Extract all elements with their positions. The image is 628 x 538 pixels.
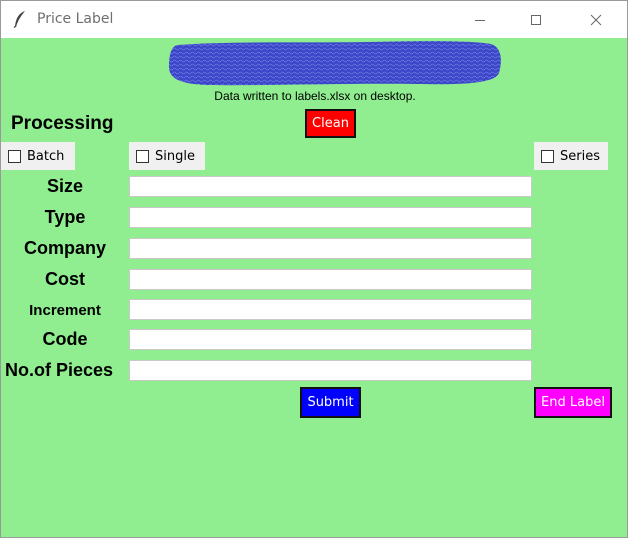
- app-window: Price Label Data written to labels.xlsx …: [0, 0, 628, 538]
- increment-input[interactable]: [129, 299, 532, 320]
- checkbox-box: [8, 149, 21, 163]
- close-button[interactable]: [573, 1, 619, 38]
- pieces-input[interactable]: [129, 360, 532, 381]
- submit-button-label: Submit: [307, 395, 354, 410]
- checkbox-label: Series: [560, 148, 600, 164]
- clean-button-label: Clean: [312, 116, 349, 131]
- maximize-icon: [531, 14, 541, 25]
- maximize-button[interactable]: [513, 1, 559, 38]
- pieces-label: No.of Pieces: [5, 360, 114, 380]
- end-label-button-label: End Label: [541, 395, 605, 410]
- window-title: Price Label: [37, 11, 114, 27]
- single-checkbox[interactable]: Single: [129, 142, 205, 170]
- cost-input[interactable]: [129, 269, 532, 290]
- close-icon: [590, 14, 602, 25]
- batch-checkbox[interactable]: Batch: [1, 142, 75, 170]
- type-input[interactable]: [129, 207, 532, 228]
- code-input[interactable]: [129, 329, 532, 350]
- feather-icon: [13, 11, 25, 28]
- size-label: Size: [46, 176, 84, 196]
- submit-button[interactable]: Submit: [300, 387, 361, 418]
- company-input[interactable]: [129, 238, 532, 259]
- minimize-button[interactable]: [457, 1, 503, 38]
- title-bar[interactable]: Price Label: [1, 1, 627, 38]
- checkbox-label: Single: [155, 148, 195, 164]
- increment-label: Increment: [29, 302, 101, 319]
- series-checkbox[interactable]: Series: [534, 142, 608, 170]
- end-label-button[interactable]: End Label: [534, 387, 612, 418]
- size-input[interactable]: [129, 176, 532, 197]
- processing-label: Processing: [11, 113, 114, 134]
- status-message: Data written to labels.xlsx on desktop.: [214, 89, 416, 103]
- code-label: Code: [42, 329, 88, 349]
- checkbox-box: [541, 149, 554, 163]
- clean-button[interactable]: Clean: [305, 109, 356, 138]
- scribbled-banner-image: [169, 41, 501, 86]
- form-area: Data written to labels.xlsx on desktop. …: [1, 38, 627, 537]
- minimize-icon: [475, 19, 485, 21]
- checkbox-box: [136, 149, 149, 163]
- type-label: Type: [44, 207, 86, 227]
- company-label: Company: [23, 238, 106, 258]
- checkbox-label: Batch: [27, 148, 65, 164]
- cost-label: Cost: [45, 269, 85, 289]
